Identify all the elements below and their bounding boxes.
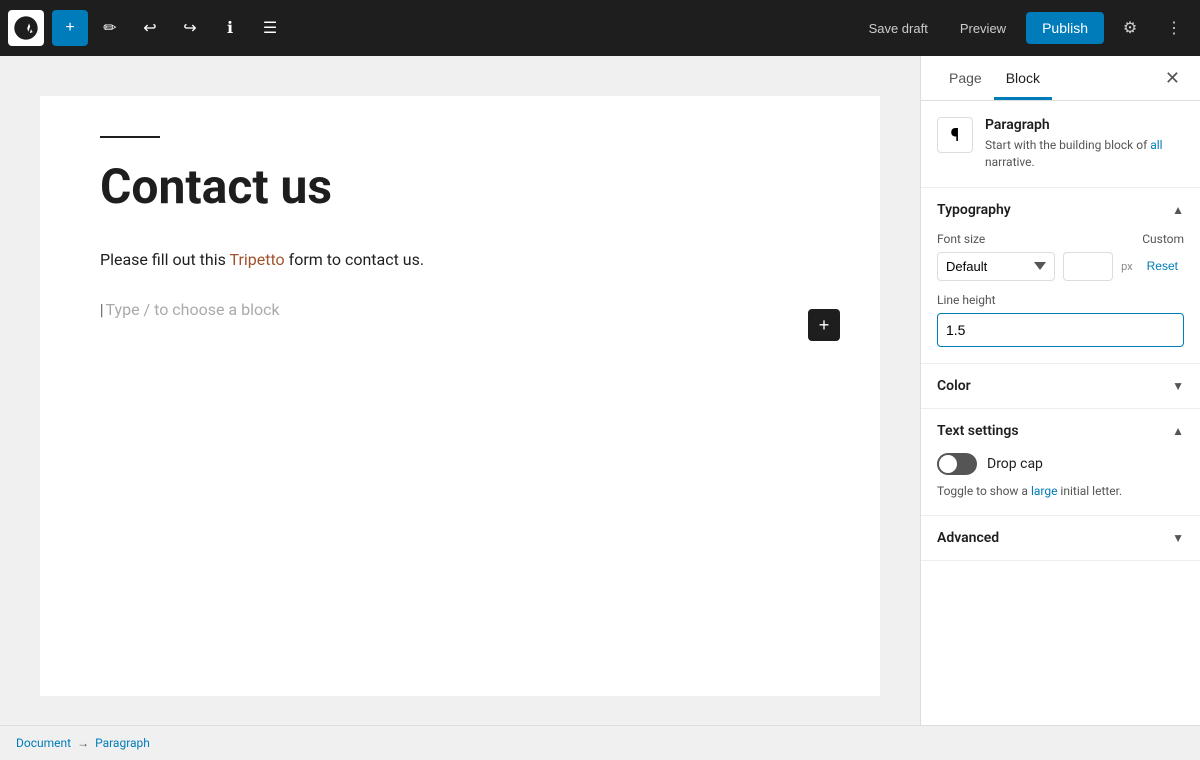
sidebar-tabs: Page Block ✕ (921, 56, 1200, 101)
list-icon: ☰ (263, 18, 277, 38)
editor-content: Contact us Please fill out this Tripetto… (40, 96, 880, 696)
breadcrumb-current[interactable]: Paragraph (95, 736, 150, 750)
drop-cap-desc-link: large (1031, 484, 1058, 498)
typography-chevron-up-icon: ▲ (1172, 203, 1184, 217)
close-icon: ✕ (1165, 68, 1180, 89)
close-sidebar-button[interactable]: ✕ (1161, 56, 1184, 100)
main-layout: Contact us Please fill out this Tripetto… (0, 56, 1200, 725)
advanced-section-header[interactable]: Advanced ▼ (921, 516, 1200, 560)
px-label: px (1121, 260, 1133, 273)
more-options-button[interactable]: ⋮ (1156, 10, 1192, 46)
advanced-section-title: Advanced (937, 530, 999, 546)
typography-section: Typography ▲ Font size Custom Default Sm… (921, 188, 1200, 364)
font-size-select[interactable]: Default Small Normal Medium Large X-Larg… (937, 252, 1055, 281)
font-size-labels: Font size Custom (937, 232, 1184, 246)
reset-button[interactable]: Reset (1141, 255, 1184, 277)
breadcrumb-separator: → (77, 736, 89, 750)
drop-cap-toggle[interactable] (937, 453, 977, 475)
redo-button[interactable]: ↪ (172, 10, 208, 46)
toolbar-left: + ✏ ↩ ↪ ℹ ☰ (8, 10, 288, 46)
block-desc-suffix: narrative. (985, 155, 1035, 169)
toolbar-right: Save draft Preview Publish ⚙ ⋮ (857, 10, 1192, 46)
sidebar: Page Block ✕ ¶ Paragraph Start with the … (920, 56, 1200, 725)
block-placeholder[interactable]: Type / to choose a block (100, 296, 820, 323)
line-height-row: Line height (937, 293, 1184, 347)
tab-block[interactable]: Block (994, 56, 1052, 100)
edit-button[interactable]: ✏ (92, 10, 128, 46)
pencil-icon: ✏ (103, 18, 116, 38)
color-section-title: Color (937, 378, 971, 394)
block-info-text: Paragraph Start with the building block … (985, 117, 1184, 171)
redo-icon: ↪ (183, 18, 196, 38)
line-height-input[interactable] (937, 313, 1184, 347)
block-desc-prefix: Start with the building block of (985, 138, 1150, 152)
text-settings-section-header[interactable]: Text settings ▲ (921, 409, 1200, 453)
block-name: Paragraph (985, 117, 1184, 133)
drop-cap-desc-suffix: initial letter. (1057, 484, 1122, 498)
typography-section-title: Typography (937, 202, 1011, 218)
breadcrumb-document[interactable]: Document (16, 736, 71, 750)
breadcrumb: Document → Paragraph (0, 725, 1200, 760)
drop-cap-label: Drop cap (987, 456, 1043, 472)
settings-button[interactable]: ⚙ (1112, 10, 1148, 46)
gear-icon: ⚙ (1123, 18, 1137, 38)
text-settings-section-title: Text settings (937, 423, 1019, 439)
block-desc-link: all (1150, 138, 1162, 152)
wp-logo (8, 10, 44, 46)
font-size-controls: Default Small Normal Medium Large X-Larg… (937, 252, 1184, 281)
color-section-header[interactable]: Color ▼ (921, 364, 1200, 408)
drop-cap-desc: Toggle to show a large initial letter. (937, 483, 1184, 500)
plus-icon: + (819, 315, 830, 336)
advanced-chevron-down-icon: ▼ (1172, 531, 1184, 545)
page-divider (100, 136, 160, 138)
drop-cap-desc-prefix: Toggle to show a (937, 484, 1031, 498)
editor-area: Contact us Please fill out this Tripetto… (0, 56, 920, 725)
font-size-row: Font size Custom Default Small Normal Me… (937, 232, 1184, 281)
block-info: ¶ Paragraph Start with the building bloc… (921, 101, 1200, 188)
color-section: Color ▼ (921, 364, 1200, 409)
publish-button[interactable]: Publish (1026, 12, 1104, 44)
save-draft-button[interactable]: Save draft (857, 15, 940, 42)
toolbar: + ✏ ↩ ↪ ℹ ☰ Save draft Preview Publish ⚙… (0, 0, 1200, 56)
color-chevron-down-icon: ▼ (1172, 379, 1184, 393)
line-height-label: Line height (937, 293, 1184, 307)
font-size-label: Font size (937, 232, 985, 246)
typography-section-body: Font size Custom Default Small Normal Me… (921, 232, 1200, 363)
info-icon: ℹ (227, 18, 233, 38)
placeholder-row: Type / to choose a block + (100, 296, 820, 323)
text-settings-chevron-up-icon: ▲ (1172, 424, 1184, 438)
tripetto-link[interactable]: Tripetto (230, 250, 285, 269)
list-view-button[interactable]: ☰ (252, 10, 288, 46)
paragraph-suffix: form to contact us. (285, 250, 424, 269)
plus-icon: + (65, 19, 74, 37)
font-size-px-input[interactable] (1063, 252, 1113, 281)
block-icon: ¶ (937, 117, 973, 153)
paragraph-prefix: Please fill out this (100, 250, 230, 269)
undo-icon: ↩ (143, 18, 156, 38)
contact-paragraph: Please fill out this Tripetto form to co… (100, 248, 820, 272)
ellipsis-icon: ⋮ (1166, 18, 1182, 38)
undo-button[interactable]: ↩ (132, 10, 168, 46)
preview-button[interactable]: Preview (948, 15, 1018, 42)
text-settings-section: Text settings ▲ Drop cap Toggle to show … (921, 409, 1200, 517)
typography-section-header[interactable]: Typography ▲ (921, 188, 1200, 232)
add-block-button[interactable]: + (52, 10, 88, 46)
drop-cap-toggle-row: Drop cap (937, 453, 1184, 475)
info-button[interactable]: ℹ (212, 10, 248, 46)
inline-add-block-button[interactable]: + (808, 309, 840, 341)
advanced-section: Advanced ▼ (921, 516, 1200, 561)
tab-page[interactable]: Page (937, 56, 994, 100)
page-title: Contact us (100, 158, 820, 216)
block-desc: Start with the building block of all nar… (985, 137, 1184, 171)
placeholder-text: Type / to choose a block (106, 300, 280, 319)
text-settings-section-body: Drop cap Toggle to show a large initial … (921, 453, 1200, 516)
custom-label: Custom (1142, 232, 1184, 246)
